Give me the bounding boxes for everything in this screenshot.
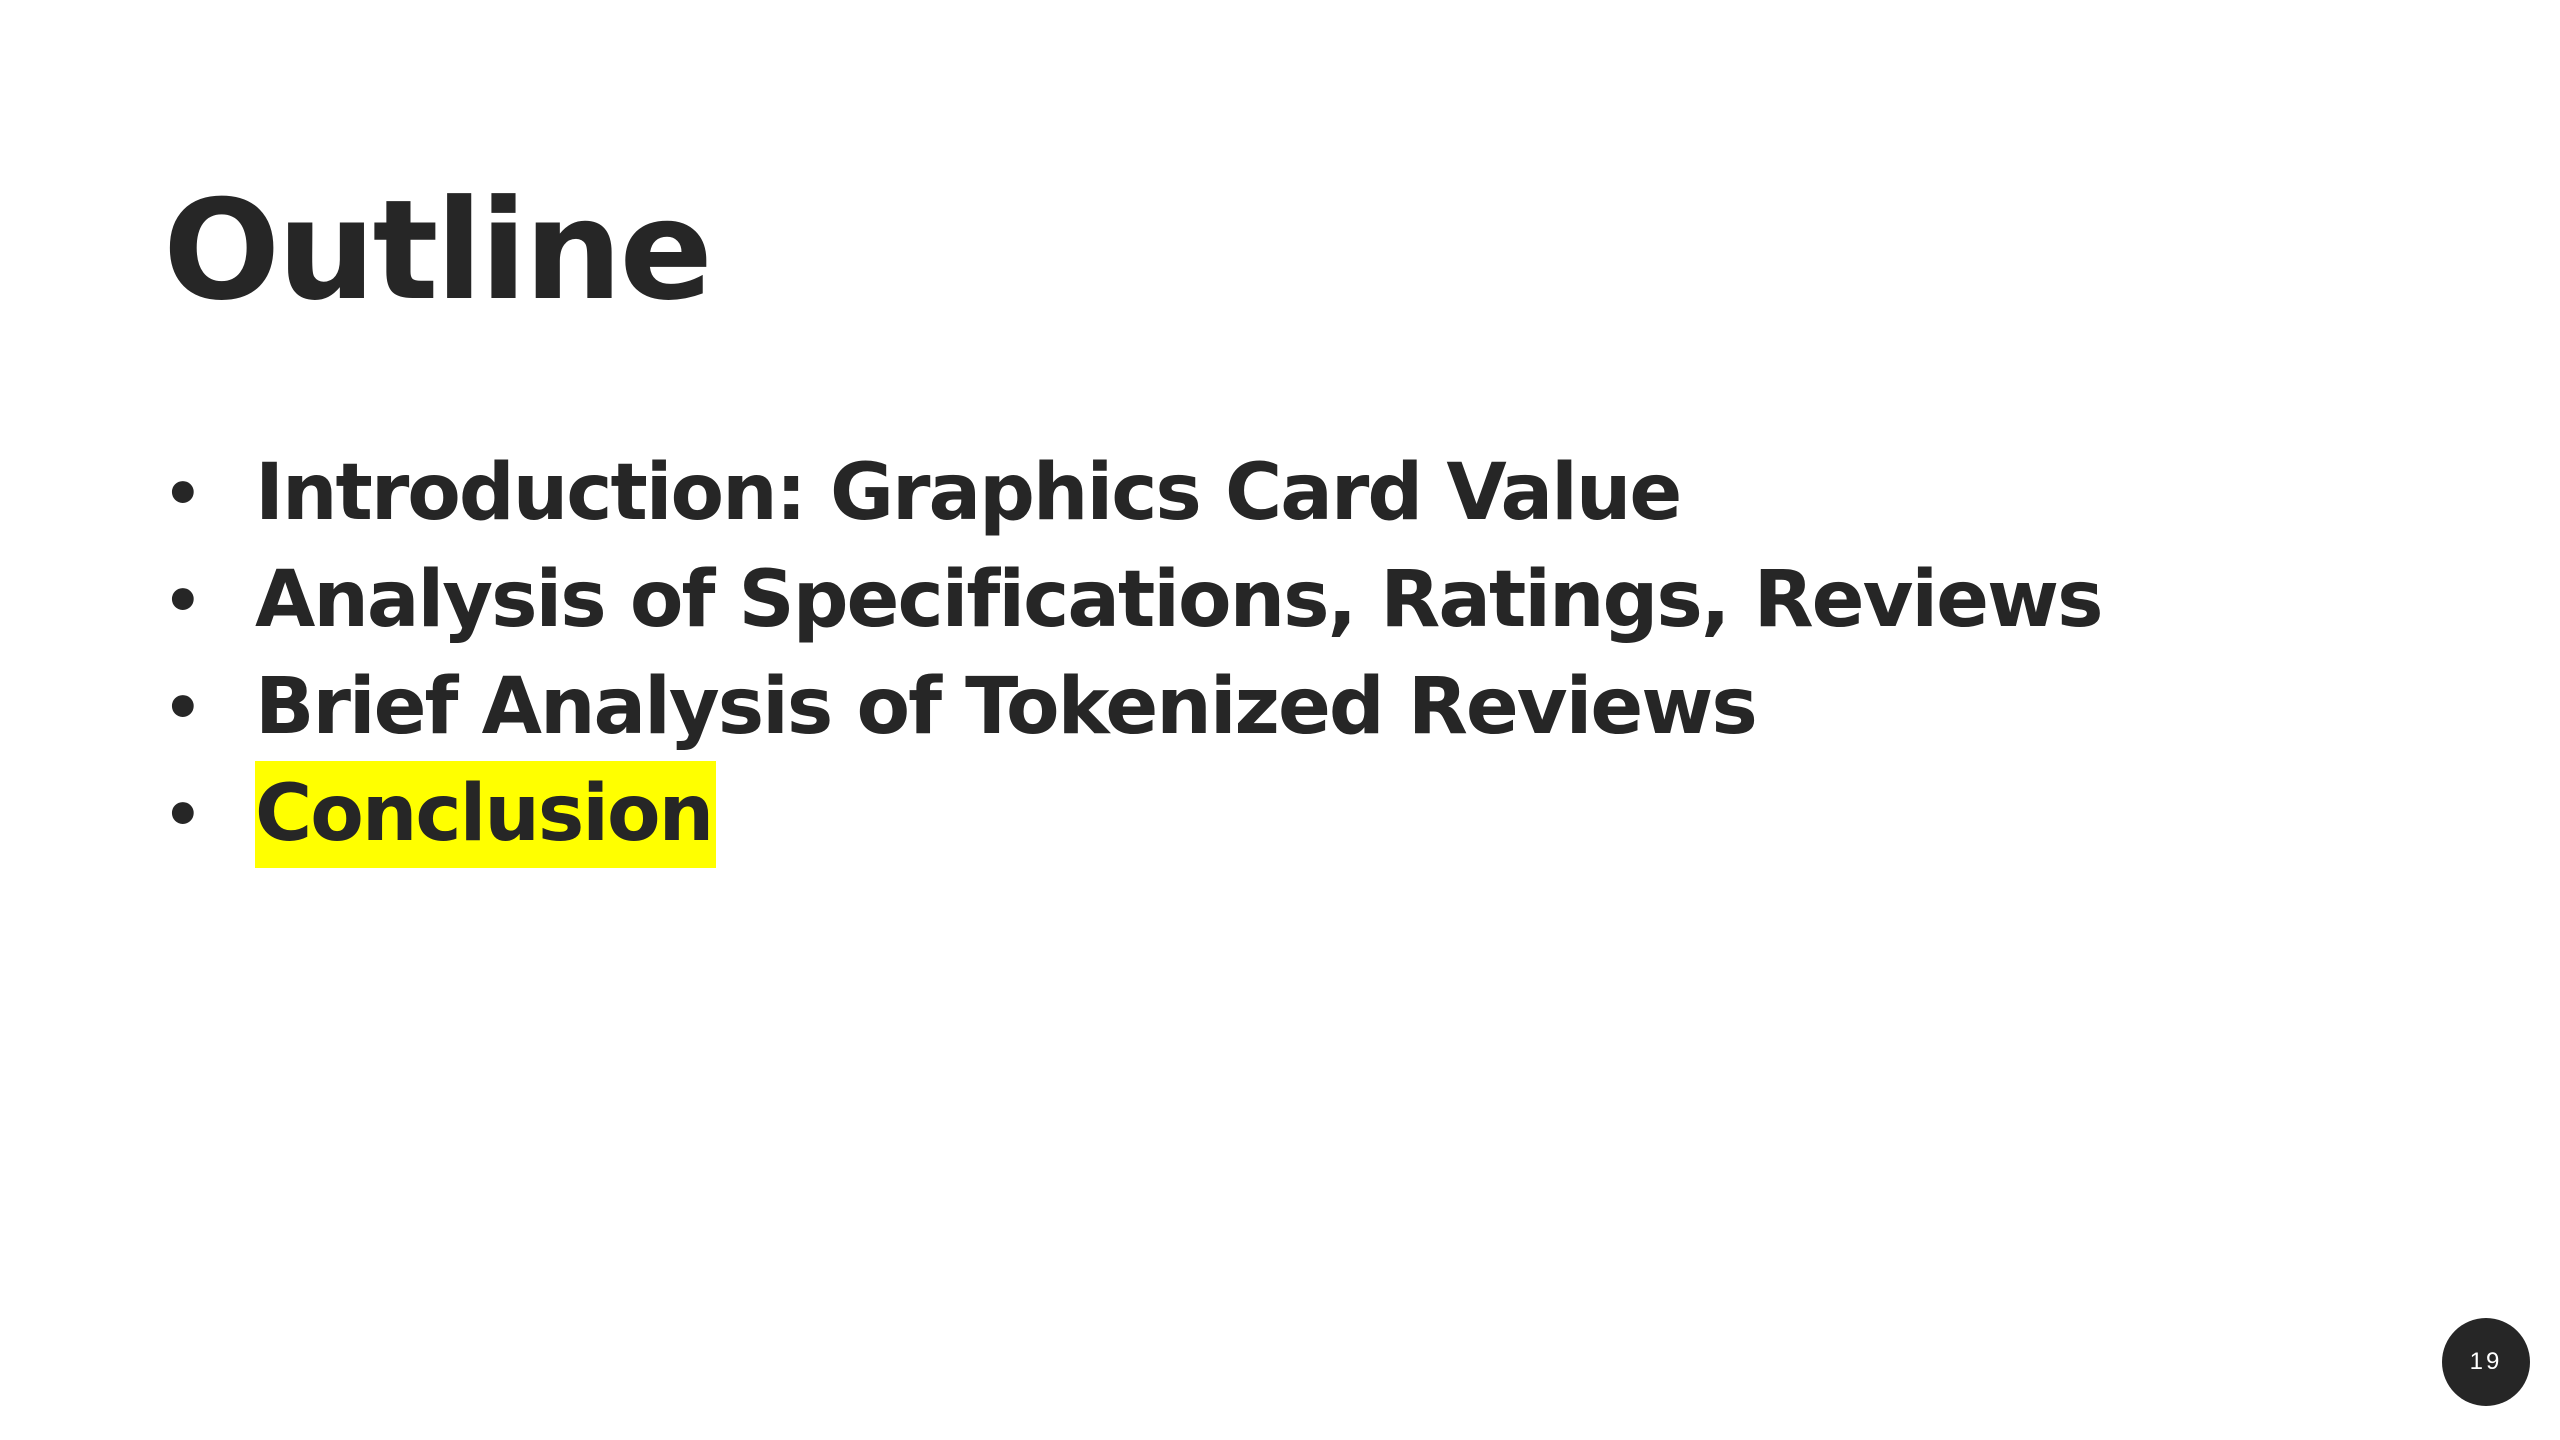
outline-list: • Introduction: Graphics Card Value • An… xyxy=(163,440,2104,868)
slide-title: Outline xyxy=(163,170,713,331)
outline-item-conclusion: • Conclusion xyxy=(163,761,2102,868)
bullet-icon: • xyxy=(163,777,203,851)
bullet-icon: • xyxy=(163,670,203,744)
bullet-icon: • xyxy=(163,563,203,637)
outline-item-tokenized-reviews: • Brief Analysis of Tokenized Reviews xyxy=(163,654,2102,761)
outline-item-introduction: • Introduction: Graphics Card Value xyxy=(163,440,2102,547)
slide: Outline • Introduction: Graphics Card Va… xyxy=(0,0,2560,1440)
bullet-icon: • xyxy=(163,456,203,530)
page-number-badge: 19 xyxy=(2442,1318,2530,1406)
outline-item-analysis: • Analysis of Specifications, Ratings, R… xyxy=(163,547,2104,654)
outline-item-label-highlighted: Conclusion xyxy=(255,761,717,868)
outline-item-label: Brief Analysis of Tokenized Reviews xyxy=(255,662,1758,752)
outline-item-label: Analysis of Specifications, Ratings, Rev… xyxy=(255,555,2104,645)
outline-item-label: Introduction: Graphics Card Value xyxy=(255,448,1682,538)
